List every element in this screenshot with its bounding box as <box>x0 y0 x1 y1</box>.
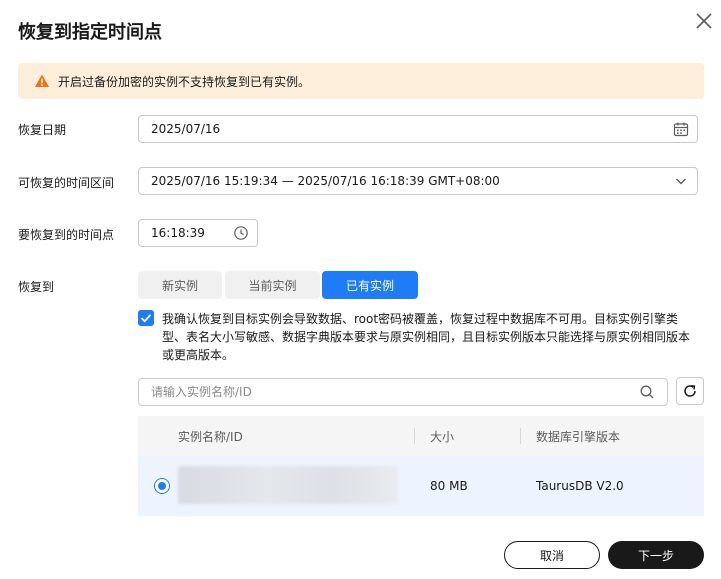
chevron-down-icon <box>676 178 686 185</box>
calendar-icon[interactable] <box>673 121 689 137</box>
instance-search-box <box>138 378 668 406</box>
column-instance-name: 实例名称/ID <box>178 430 243 444</box>
restore-time-label: 要恢复到的时间点 <box>18 228 115 242</box>
table-row[interactable]: 80 MB TaurusDB V2.0 <box>138 456 704 516</box>
restore-time-value: 16:18:39 <box>151 226 205 240</box>
clock-icon <box>234 226 248 240</box>
confirm-text: 我确认恢复到目标实例会导致数据、root密码被覆盖，恢复过程中数据库不可用。目标… <box>162 312 691 362</box>
row-radio-selected[interactable] <box>154 478 170 494</box>
column-divider <box>520 428 521 444</box>
restore-date-label: 恢复日期 <box>18 123 67 137</box>
column-divider <box>414 428 415 444</box>
restore-to-label: 恢复到 <box>18 280 55 294</box>
restore-time-picker[interactable]: 16:18:39 <box>138 219 258 247</box>
time-range-value: 2025/07/16 15:19:34 — 2025/07/16 16:18:3… <box>151 174 500 188</box>
column-engine-version: 数据库引擎版本 <box>536 430 621 444</box>
alert-text: 开启过备份加密的实例不支持恢复到已有实例。 <box>58 74 311 89</box>
tab-new-instance[interactable]: 新实例 <box>138 271 222 299</box>
row-size: 80 MB <box>430 479 468 493</box>
close-icon[interactable] <box>693 10 715 32</box>
next-button[interactable]: 下一步 <box>608 541 704 569</box>
restore-date-value: 2025/07/16 <box>151 122 221 136</box>
refresh-icon <box>684 385 696 397</box>
time-range-select[interactable]: 2025/07/16 15:19:34 — 2025/07/16 16:18:3… <box>138 167 698 195</box>
search-icon[interactable] <box>639 384 655 400</box>
dialog-title: 恢复到指定时间点 <box>18 22 162 43</box>
refresh-button[interactable] <box>676 377 704 405</box>
cancel-button[interactable]: 取消 <box>504 541 600 569</box>
restore-date-field[interactable]: 2025/07/16 <box>138 115 698 143</box>
warning-alert: 开启过备份加密的实例不支持恢复到已有实例。 <box>18 63 704 99</box>
instance-name-redacted <box>178 466 398 504</box>
time-range-label: 可恢复的时间区间 <box>18 176 115 190</box>
table-header: 实例名称/ID 大小 数据库引擎版本 <box>138 416 704 456</box>
warning-icon <box>35 74 49 87</box>
instance-search-input[interactable] <box>151 379 631 405</box>
tab-current-instance[interactable]: 当前实例 <box>225 271 320 299</box>
confirm-checkbox[interactable] <box>138 310 154 326</box>
column-size: 大小 <box>430 430 455 444</box>
row-engine-version: TaurusDB V2.0 <box>536 479 624 493</box>
tab-existing-instance[interactable]: 已有实例 <box>322 271 418 299</box>
